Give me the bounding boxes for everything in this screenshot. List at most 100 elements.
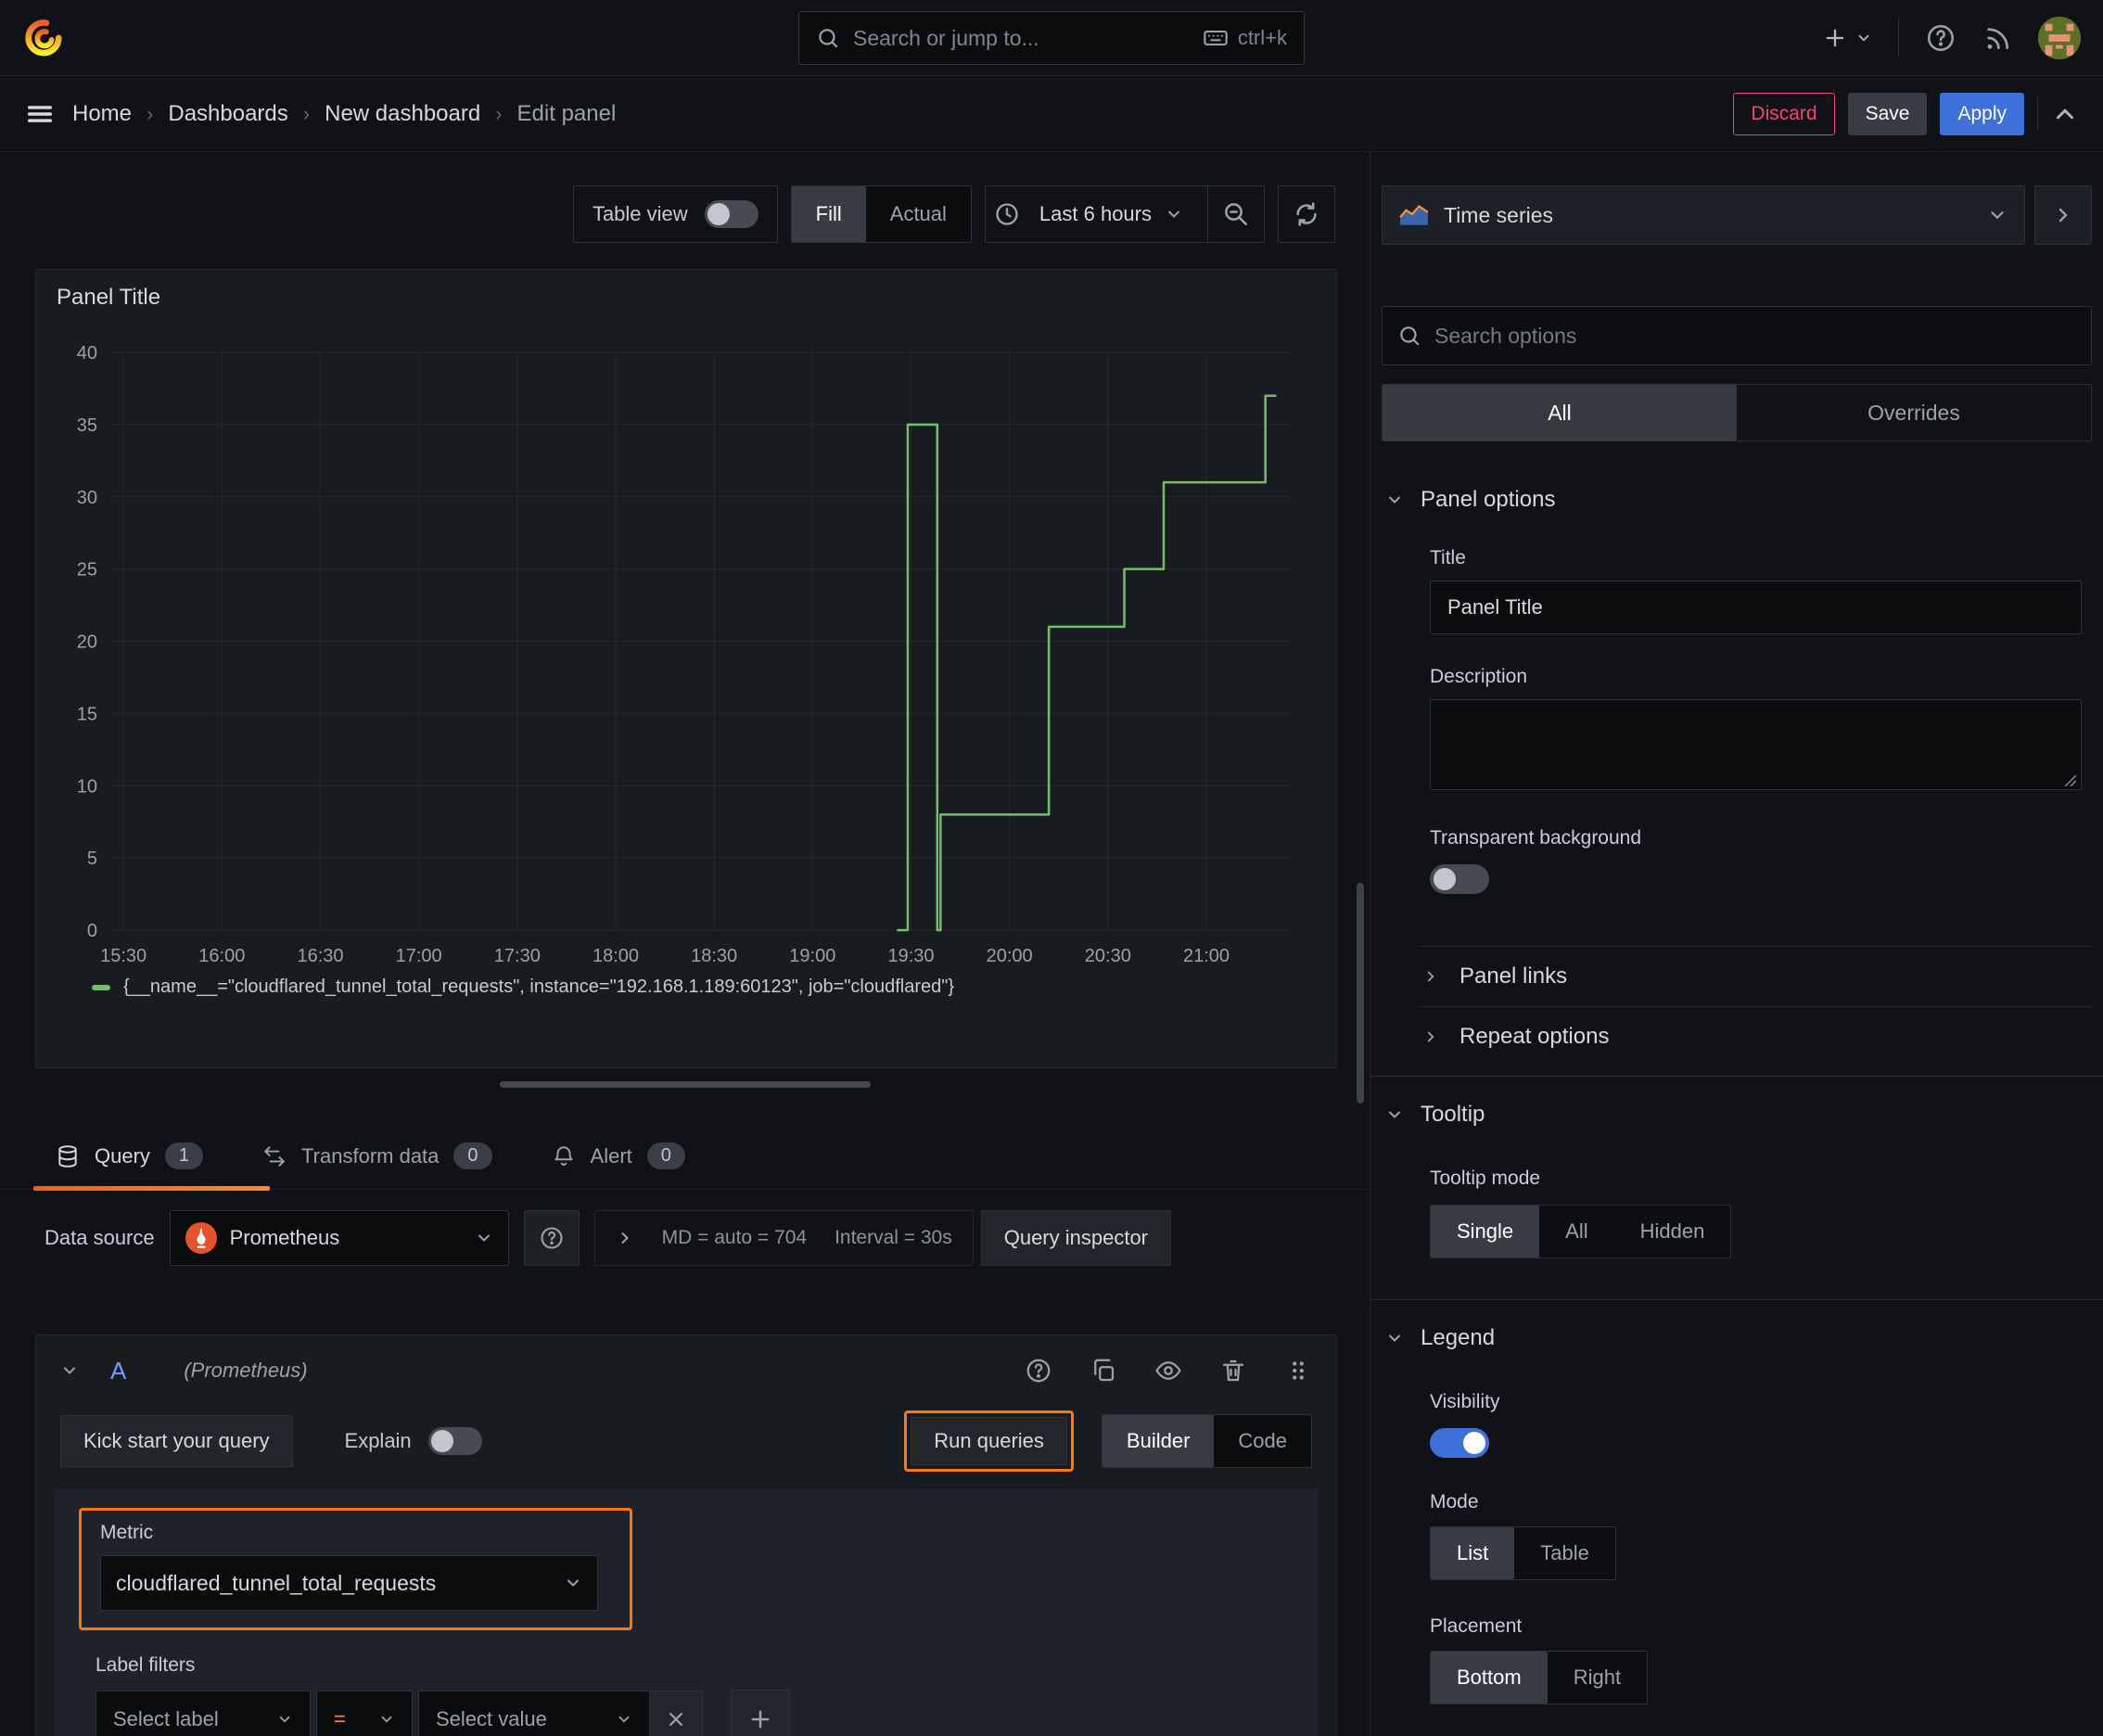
tooltip-mode-single[interactable]: Single <box>1431 1206 1540 1257</box>
tooltip-mode-all[interactable]: All <box>1539 1206 1613 1257</box>
help-icon[interactable] <box>1925 22 1956 54</box>
breadcrumb-dashboards[interactable]: Dashboards <box>168 101 287 127</box>
description-textarea[interactable] <box>1430 699 2082 790</box>
chevron-up-icon[interactable] <box>2051 100 2079 128</box>
table-view-toggle[interactable] <box>704 200 758 228</box>
add-filter-button[interactable] <box>731 1690 790 1736</box>
legend-mode-list[interactable]: List <box>1431 1527 1515 1579</box>
transparent-background-toggle[interactable] <box>1430 864 1489 894</box>
panel-title-input[interactable] <box>1430 581 2082 634</box>
tab-overrides[interactable]: Overrides <box>1737 385 2091 440</box>
legend-visibility-toggle[interactable] <box>1430 1428 1489 1458</box>
toggle-visibility-icon[interactable] <box>1154 1357 1182 1385</box>
select-label-dropdown[interactable]: Select label <box>96 1691 311 1736</box>
legend-mode-table[interactable]: Table <box>1514 1527 1615 1579</box>
legend-section[interactable]: Legend <box>1382 1322 2092 1354</box>
save-button[interactable]: Save <box>1847 92 1928 135</box>
actual-option[interactable]: Actual <box>866 186 971 242</box>
operator-dropdown[interactable]: = <box>316 1691 413 1736</box>
chevron-right-icon[interactable] <box>616 1229 634 1247</box>
discard-button[interactable]: Discard <box>1733 92 1835 135</box>
datasource-row: Data source Prometheus MD = auto = 704 I… <box>45 1210 1370 1266</box>
chevron-down-icon <box>1165 205 1183 223</box>
svg-text:16:00: 16:00 <box>198 946 245 966</box>
svg-text:20:30: 20:30 <box>1085 946 1131 966</box>
query-help-icon[interactable] <box>1025 1357 1052 1385</box>
query-inspector-button[interactable]: Query inspector <box>980 1210 1172 1266</box>
time-range-group: Last 6 hours <box>984 185 1265 243</box>
visualization-picker[interactable]: Time series <box>1382 185 2025 245</box>
kick-start-query-button[interactable]: Kick start your query <box>60 1415 293 1467</box>
collapse-chevron-icon[interactable] <box>60 1361 79 1380</box>
delete-query-icon[interactable] <box>1219 1357 1247 1385</box>
panel-options-section[interactable]: Panel options <box>1382 484 2092 516</box>
tooltip-mode-hidden[interactable]: Hidden <box>1614 1206 1731 1257</box>
chevron-down-icon <box>1385 491 1404 509</box>
duplicate-query-icon[interactable] <box>1090 1357 1117 1385</box>
legend-swatch[interactable] <box>92 984 110 990</box>
repeat-options-section[interactable]: Repeat options <box>1422 1007 2092 1066</box>
drag-handle-icon[interactable] <box>1284 1357 1312 1385</box>
tooltip-section[interactable]: Tooltip <box>1382 1099 2092 1130</box>
tab-all[interactable]: All <box>1383 385 1737 440</box>
panel-title: Panel Title <box>57 285 161 310</box>
time-range-picker[interactable]: Last 6 hours <box>1039 202 1152 226</box>
builder-code-group: Builder Code <box>1101 1414 1312 1468</box>
placement-label: Placement <box>1430 1615 1523 1637</box>
add-menu-button[interactable] <box>1822 25 1872 51</box>
scrollbar[interactable] <box>1357 883 1364 1104</box>
global-search[interactable]: ctrl+k <box>798 11 1305 65</box>
explain-toggle[interactable] <box>427 1427 482 1455</box>
explain-label: Explain <box>344 1429 412 1452</box>
section-divider <box>1370 1076 2103 1077</box>
timeseries-chart[interactable]: 0 5 10 15 20 25 30 35 40 15:30 16:00 16:30 17:00 17:3… <box>57 311 1314 971</box>
select-value-dropdown[interactable]: Select value <box>418 1691 650 1736</box>
chart-legend: {__name__="cloudflared_tunnel_total_requ… <box>92 976 1316 998</box>
menu-icon[interactable] <box>24 98 56 130</box>
legend-placement-bottom[interactable]: Bottom <box>1431 1652 1548 1704</box>
datasource-picker[interactable]: Prometheus <box>169 1210 509 1266</box>
run-queries-highlight: Run queries <box>904 1410 1074 1472</box>
search-input[interactable] <box>853 25 1190 51</box>
title-label: Title <box>1430 547 1466 568</box>
datasource-help-button[interactable] <box>523 1210 580 1266</box>
refresh-button[interactable] <box>1278 185 1335 243</box>
legend-series-label[interactable]: {__name__="cloudflared_tunnel_total_requ… <box>123 976 954 998</box>
interval-stat: Interval = 30s <box>835 1227 952 1248</box>
user-avatar[interactable] <box>2038 16 2081 59</box>
remove-filter-button[interactable] <box>650 1691 703 1736</box>
breadcrumb-new-dashboard[interactable]: New dashboard <box>325 101 480 127</box>
chevron-down-icon <box>475 1229 493 1247</box>
code-option[interactable]: Code <box>1214 1415 1311 1467</box>
collapse-options-button[interactable] <box>2034 185 2092 245</box>
tab-alert[interactable]: Alert 0 <box>552 1142 685 1169</box>
news-rss-icon[interactable] <box>1982 23 2012 53</box>
options-search[interactable] <box>1382 306 2092 365</box>
zoom-out-button[interactable] <box>1208 186 1264 242</box>
resize-grip-icon[interactable] <box>2064 774 2077 787</box>
tab-query[interactable]: Query 1 <box>56 1142 204 1169</box>
svg-text:15: 15 <box>77 704 97 724</box>
query-editor-card: A (Prometheus) Kick start your query Exp… <box>35 1334 1337 1736</box>
mode-label: Mode <box>1430 1491 1479 1513</box>
svg-text:18:30: 18:30 <box>691 946 737 966</box>
chevron-down-icon <box>1987 205 2007 225</box>
tab-transform-data[interactable]: Transform data 0 <box>262 1142 492 1169</box>
run-queries-button[interactable]: Run queries <box>911 1417 1067 1465</box>
svg-text:20: 20 <box>77 632 97 653</box>
transform-icon <box>262 1144 287 1168</box>
metric-select[interactable]: cloudflared_tunnel_total_requests <box>100 1555 598 1611</box>
svg-text:16:30: 16:30 <box>297 946 343 966</box>
apply-button[interactable]: Apply <box>1940 92 2024 135</box>
timeseries-viz-icon <box>1399 204 1429 226</box>
breadcrumb-home[interactable]: Home <box>72 101 132 127</box>
pane-resize-handle[interactable] <box>499 1081 871 1088</box>
legend-placement-right[interactable]: Right <box>1548 1652 1647 1704</box>
builder-option[interactable]: Builder <box>1102 1415 1215 1467</box>
query-row-header[interactable]: A (Prometheus) <box>36 1335 1336 1406</box>
fill-option[interactable]: Fill <box>791 186 866 242</box>
grafana-logo[interactable] <box>22 17 65 59</box>
chevron-down-icon <box>1858 34 1869 42</box>
panel-links-section[interactable]: Panel links <box>1422 947 2092 1006</box>
options-search-input[interactable] <box>1434 323 2076 349</box>
